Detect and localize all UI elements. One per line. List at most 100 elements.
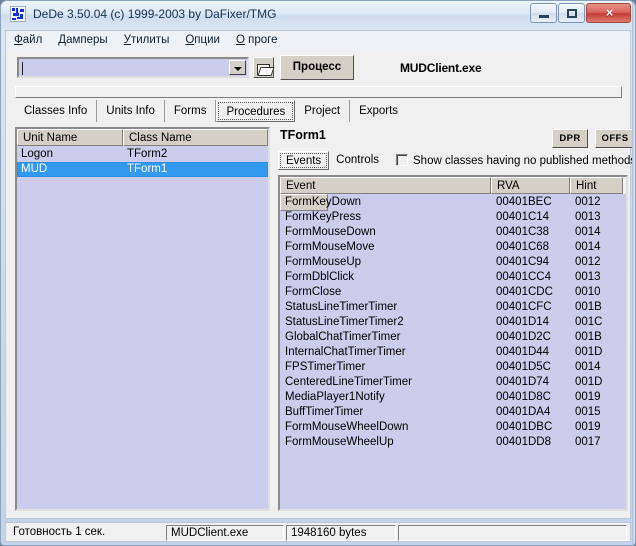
list-item[interactable]: Logon TForm2 bbox=[17, 147, 268, 162]
event-name: StatusLineTimerTimer bbox=[285, 301, 398, 313]
table-row[interactable]: FPSTimerTimer 00401D5C 0014 bbox=[280, 360, 626, 375]
unit-list[interactable]: Unit Name Class Name Logon TForm2 MUD TF… bbox=[15, 127, 270, 511]
app-icon bbox=[10, 6, 26, 22]
table-row[interactable]: FormMouseMove 00401C68 0014 bbox=[280, 240, 626, 255]
table-row[interactable]: FormKeyPress 00401C14 0013 bbox=[280, 210, 626, 225]
column-header-rva[interactable]: RVA bbox=[491, 177, 570, 194]
event-rva: 00401DBC bbox=[496, 421, 553, 433]
menu-item-dumpers[interactable]: Дамперы bbox=[50, 31, 115, 49]
menu-bar: Файл Дамперы Утилиты Опции О проге bbox=[5, 30, 631, 50]
combo-dropdown-button[interactable] bbox=[229, 60, 246, 75]
status-ready: Готовность 1 сек. bbox=[13, 526, 106, 538]
unit-list-header: Unit Name Class Name bbox=[17, 129, 268, 146]
process-button[interactable]: Процесс bbox=[280, 55, 354, 80]
event-rva: 00401D74 bbox=[496, 376, 550, 388]
event-rva: 00401DD8 bbox=[496, 436, 551, 448]
column-header-unit-name[interactable]: Unit Name bbox=[17, 129, 123, 146]
menu-accel: О bbox=[235, 34, 245, 46]
menu-label: проге bbox=[244, 34, 278, 46]
client-area: Процесс MUDClient.exe Classes Info Units… bbox=[5, 50, 635, 519]
table-row[interactable]: FormKeyDown 00401BEC 0012 bbox=[280, 195, 626, 210]
form-class-title: TForm1 bbox=[280, 128, 326, 142]
chevron-down-icon bbox=[234, 67, 242, 71]
minimize-button[interactable] bbox=[530, 3, 557, 23]
table-row[interactable]: InternalChatTimerTimer 00401D44 001D bbox=[280, 345, 626, 360]
column-header-hint[interactable]: Hint bbox=[570, 177, 623, 194]
offs-button[interactable]: OFFS bbox=[595, 129, 635, 148]
table-row[interactable]: FormMouseDown 00401C38 0014 bbox=[280, 225, 626, 240]
event-rva: 00401D5C bbox=[496, 361, 551, 373]
event-rva: 00401CC4 bbox=[496, 271, 551, 283]
tab-units-info[interactable]: Units Info bbox=[97, 100, 165, 122]
menu-accel: У bbox=[123, 34, 131, 46]
column-header-event[interactable]: Event bbox=[280, 177, 491, 194]
event-rva: 00401C94 bbox=[496, 256, 550, 268]
table-row[interactable]: FormMouseUp 00401C94 0012 bbox=[280, 255, 626, 270]
event-name: FormKeyPress bbox=[285, 211, 362, 223]
event-hint: 001D bbox=[575, 376, 603, 388]
table-row[interactable]: FormDblClick 00401CC4 0013 bbox=[280, 270, 626, 285]
table-row[interactable]: CenteredLineTimerTimer 00401D74 001D bbox=[280, 375, 626, 390]
unit-name: MUD bbox=[21, 163, 48, 175]
events-list-header: Event RVA Hint bbox=[280, 177, 626, 211]
tab-procedures[interactable]: Procedures bbox=[216, 100, 296, 122]
list-item[interactable]: MUD TForm1 bbox=[17, 162, 268, 177]
class-detail-pane: TForm1 DPR OFFS Events Controls Show cla… bbox=[274, 127, 635, 511]
events-list[interactable]: Event RVA Hint FormKeyDown 00401BEC 0012 Fo… bbox=[278, 175, 628, 511]
table-row[interactable]: StatusLineTimerTimer 00401CFC 001B bbox=[280, 300, 626, 315]
status-size: 1948160 bytes bbox=[286, 525, 396, 541]
event-hint: 0019 bbox=[575, 391, 601, 403]
table-row[interactable]: BuffTimerTimer 00401DA4 0015 bbox=[280, 405, 626, 420]
event-hint: 001B bbox=[575, 331, 602, 343]
event-name: FormKeyDown bbox=[285, 196, 362, 208]
menu-item-options[interactable]: Опции bbox=[177, 31, 228, 49]
window-controls: × bbox=[529, 3, 631, 25]
event-rva: 00401D2C bbox=[496, 331, 551, 343]
event-hint: 0017 bbox=[575, 436, 601, 448]
dpr-button[interactable]: DPR bbox=[552, 129, 588, 148]
tab-forms[interactable]: Forms bbox=[165, 100, 217, 122]
tab-classes-info[interactable]: Classes Info bbox=[15, 100, 98, 122]
open-file-button[interactable] bbox=[253, 57, 275, 78]
minimize-icon bbox=[539, 15, 549, 18]
menu-accel: Ф bbox=[14, 34, 23, 46]
maximize-icon bbox=[567, 9, 577, 18]
column-header-class-name[interactable]: Class Name bbox=[123, 129, 268, 146]
event-name: CenteredLineTimerTimer bbox=[285, 376, 412, 388]
event-name: FPSTimerTimer bbox=[285, 361, 366, 373]
target-file-combo[interactable] bbox=[17, 57, 249, 78]
tab-events[interactable]: Events bbox=[278, 151, 330, 170]
menu-label: пции bbox=[194, 34, 220, 46]
event-name: GlobalChatTimerTimer bbox=[285, 331, 401, 343]
event-name: MediaPlayer1Notify bbox=[285, 391, 385, 403]
menu-item-utilities[interactable]: Утилиты bbox=[116, 31, 178, 49]
event-name: FormClose bbox=[285, 286, 342, 298]
event-hint: 0014 bbox=[575, 361, 601, 373]
menu-accel: О bbox=[185, 34, 195, 46]
menu-item-file[interactable]: Файл bbox=[6, 31, 50, 49]
table-row[interactable]: FormClose 00401CDC 0010 bbox=[280, 285, 626, 300]
maximize-button[interactable] bbox=[558, 3, 585, 23]
event-hint: 0015 bbox=[575, 406, 601, 418]
show-classes-checkbox-row[interactable]: Show classes having no published methods bbox=[396, 153, 636, 169]
event-hint: 0013 bbox=[575, 211, 601, 223]
table-row[interactable]: FormMouseWheelUp 00401DD8 0017 bbox=[280, 435, 626, 450]
show-classes-checkbox-label: Show classes having no published methods bbox=[413, 155, 636, 167]
event-rva: 00401CFC bbox=[496, 301, 552, 313]
close-button[interactable]: × bbox=[586, 3, 631, 23]
window-title: DeDe 3.50.04 (c) 1999-2003 by DaFixer/TM… bbox=[33, 7, 277, 21]
menu-item-about[interactable]: О проге bbox=[228, 31, 286, 49]
table-row[interactable]: FormMouseWheelDown 00401DBC 0019 bbox=[280, 420, 626, 435]
table-row[interactable]: GlobalChatTimerTimer 00401D2C 001B bbox=[280, 330, 626, 345]
tab-exports[interactable]: Exports bbox=[350, 100, 407, 122]
show-classes-checkbox[interactable] bbox=[396, 154, 408, 166]
event-hint: 0014 bbox=[575, 226, 601, 238]
event-name: BuffTimerTimer bbox=[285, 406, 364, 418]
status-bar: Готовность 1 сек. MUDClient.exe 1948160 … bbox=[5, 522, 631, 542]
tab-controls[interactable]: Controls bbox=[329, 151, 386, 170]
table-row[interactable]: StatusLineTimerTimer2 00401D14 001C bbox=[280, 315, 626, 330]
event-hint: 0012 bbox=[575, 196, 601, 208]
tab-project[interactable]: Project bbox=[295, 100, 351, 122]
event-rva: 00401D44 bbox=[496, 346, 550, 358]
table-row[interactable]: MediaPlayer1Notify 00401D8C 0019 bbox=[280, 390, 626, 405]
